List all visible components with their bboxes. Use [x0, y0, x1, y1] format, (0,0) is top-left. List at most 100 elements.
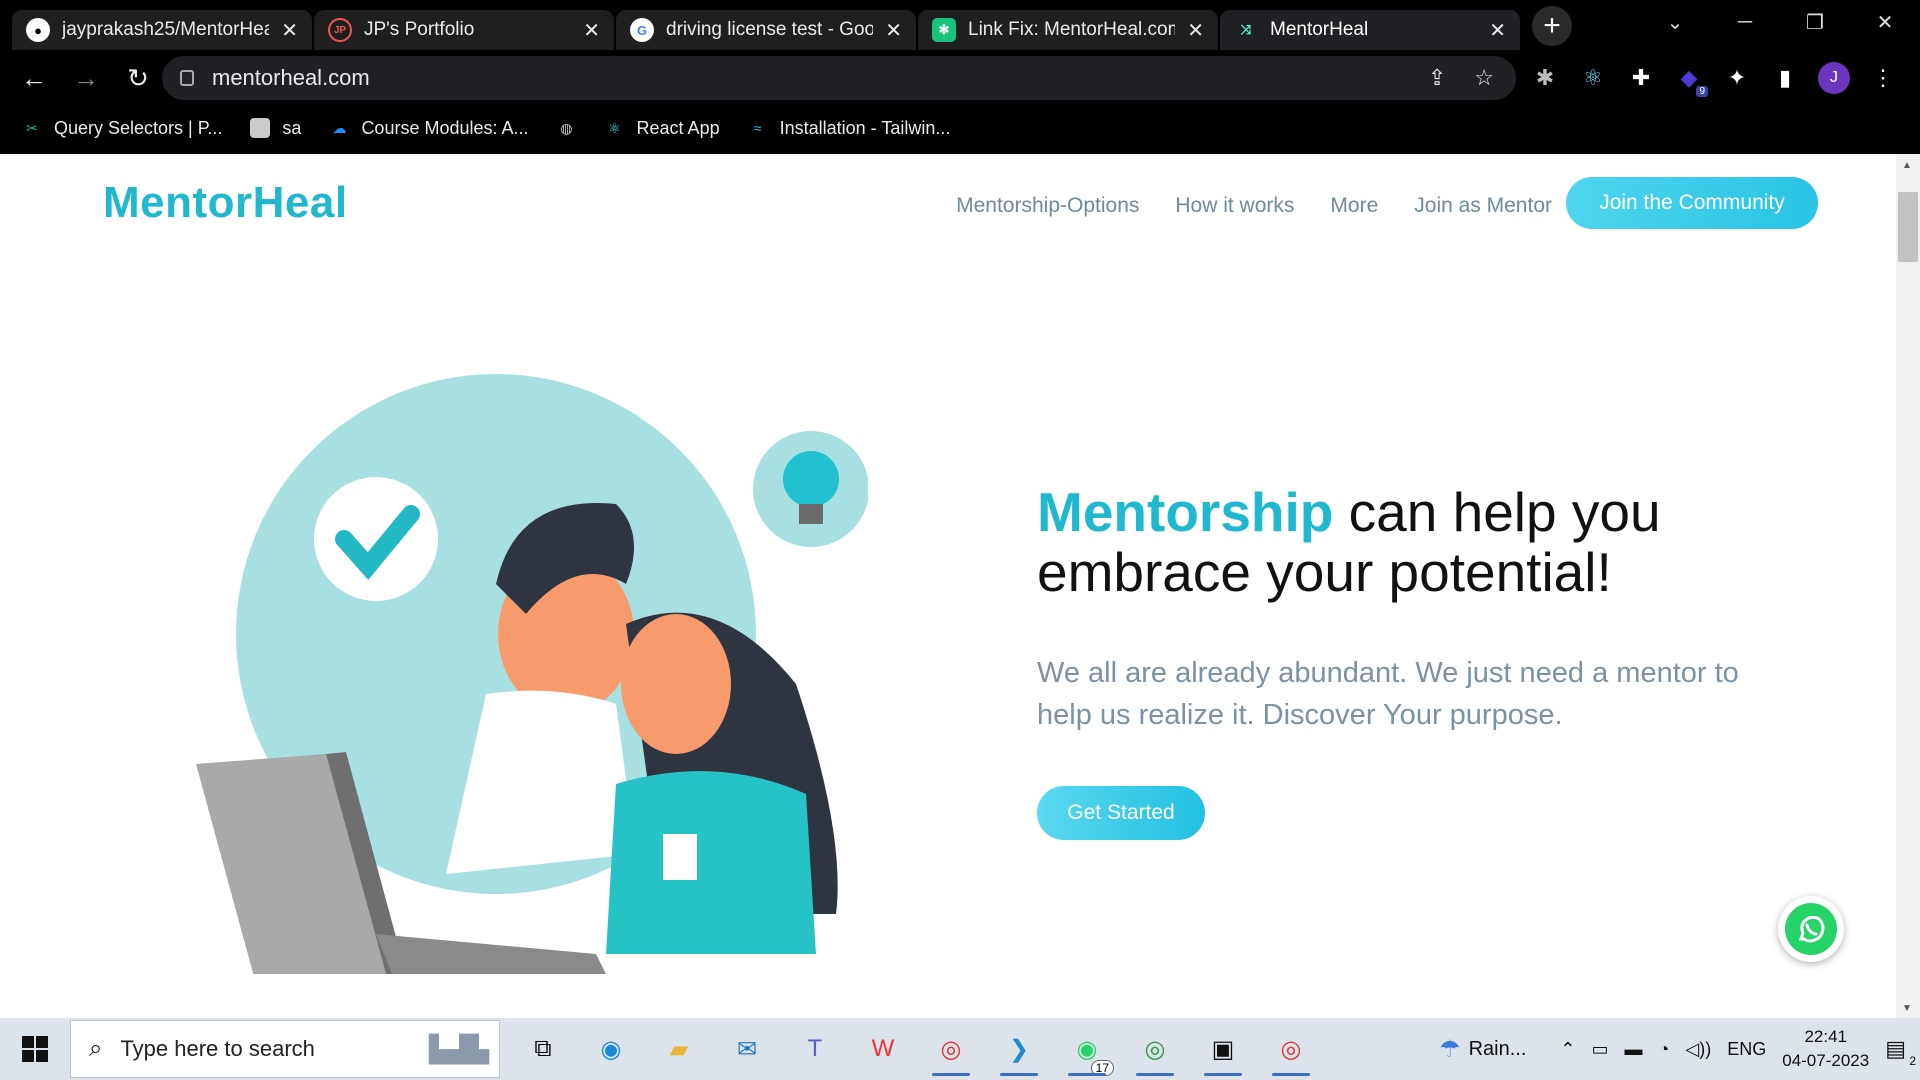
new-tab-button[interactable]: + — [1532, 6, 1572, 46]
weather-text[interactable]: Rain... — [1469, 1038, 1527, 1061]
wps-office-icon[interactable]: W — [854, 1020, 912, 1078]
woman-face — [621, 614, 731, 754]
file-explorer-icon[interactable]: ▰ — [650, 1020, 708, 1078]
mentorship-illustration — [196, 374, 868, 974]
start-button[interactable] — [0, 1018, 70, 1080]
search-placeholder: Type here to search — [120, 1036, 315, 1061]
browser-tab-google[interactable]: G driving license test - Goog ✕ — [616, 10, 916, 50]
tab-strip: ● jayprakash25/MentorHeal ✕ JP JP's Port… — [0, 0, 1920, 50]
close-icon[interactable]: ✕ — [885, 18, 902, 43]
nav-more[interactable]: More — [1330, 194, 1378, 218]
notification-center-icon[interactable]: ▤ 2 — [1885, 1036, 1916, 1068]
headline-accent: Mentorship — [1037, 481, 1334, 543]
tab-title: jayprakash25/MentorHeal — [62, 19, 270, 40]
extensions-area: ✱ ⚛ ✚ ◆ 9 ✦ ▮ J ⋮ — [1530, 56, 1898, 100]
profile-avatar[interactable]: J — [1818, 62, 1850, 94]
browser-toolbar: ← → ↻ mentorheal.com ⇪ ☆ ✱ ⚛ ✚ ◆ 9 ✦ ▮ J … — [0, 50, 1920, 106]
extension-badge-icon[interactable]: ◆ 9 — [1674, 63, 1708, 97]
bookmark-course-modules[interactable]: ☁ Course Modules: A... — [329, 118, 528, 139]
side-panel-icon[interactable]: ▮ — [1770, 63, 1800, 93]
chevron-up-icon[interactable]: ⌃ — [1560, 1039, 1575, 1060]
terminal-icon[interactable]: ▣ — [1194, 1020, 1252, 1078]
bookmark-query-selectors[interactable]: ✂ Query Selectors | P... — [22, 118, 222, 139]
close-window-button[interactable]: ✕ — [1850, 0, 1920, 44]
scrollbar-thumb[interactable] — [1898, 192, 1918, 262]
checkmark-bubble — [314, 477, 438, 601]
notification-count: 2 — [1909, 1054, 1916, 1068]
bookmark-star-icon[interactable]: ☆ — [1474, 65, 1494, 91]
puzzle-icon[interactable]: ✦ — [1722, 63, 1752, 93]
bookmark-label: React App — [636, 117, 720, 138]
tailwind-icon: ≈ — [753, 120, 762, 136]
wifi-icon[interactable]: ◔ — [1659, 1039, 1670, 1060]
share-icon[interactable]: ⇪ — [1428, 65, 1446, 91]
scroll-up-icon[interactable]: ▲ — [1902, 160, 1912, 171]
extension-badge-count: 9 — [1696, 86, 1708, 97]
meet-now-icon[interactable]: ▭ — [1591, 1039, 1608, 1060]
gray-square-icon — [250, 118, 271, 138]
windows-logo-icon — [22, 1036, 48, 1062]
weather-icon[interactable]: ☂ — [1439, 1035, 1461, 1064]
bookmark-tailwind[interactable]: ≈ Installation - Tailwin... — [748, 118, 951, 139]
vscode-icon[interactable]: ❯ — [990, 1020, 1048, 1078]
reload-button[interactable]: ↻ — [114, 54, 162, 102]
site-logo[interactable]: MentorHeal — [103, 178, 348, 228]
google-icon: G — [630, 18, 654, 42]
url-text: mentorheal.com — [212, 65, 370, 90]
tab-search-icon[interactable]: ⌄ — [1640, 0, 1710, 44]
system-tray: ☂ Rain... ⌃ ▭ ▬ ◔ ◁)) ENG 22:41 04-07-20… — [1439, 1018, 1920, 1080]
page-scrollbar[interactable]: ▲ ▼ — [1896, 154, 1920, 1018]
window-controls: ⌄ ─ ❐ ✕ — [1640, 0, 1920, 44]
task-view-icon[interactable]: ⧉ — [514, 1020, 572, 1078]
taskbar-search[interactable]: ⌕ Type here to search ▙▟▙ — [70, 1020, 500, 1078]
battery-icon[interactable]: ▬ — [1625, 1039, 1643, 1060]
teams-icon[interactable]: T — [786, 1020, 844, 1078]
cloud-icon: ☁ — [332, 119, 347, 136]
bookmark-react-app[interactable]: ⚛ React App — [605, 117, 720, 139]
bookmark-globe[interactable]: ◍ — [557, 118, 577, 138]
whatsapp-chat-button[interactable] — [1778, 896, 1844, 962]
close-icon[interactable]: ✕ — [1489, 18, 1506, 43]
nav-how-it-works[interactable]: How it works — [1175, 194, 1294, 218]
volume-icon[interactable]: ◁)) — [1685, 1039, 1711, 1060]
site-nav: Mentorship-Options How it works More Joi… — [956, 194, 1552, 218]
nav-mentorship-options[interactable]: Mentorship-Options — [956, 194, 1139, 218]
whatsapp-taskbar-icon[interactable]: ◉ 17 — [1058, 1020, 1116, 1078]
address-bar[interactable]: mentorheal.com ⇪ ☆ — [162, 56, 1516, 100]
clock[interactable]: 22:41 04-07-2023 — [1782, 1025, 1869, 1073]
chrome-icon[interactable]: ◎ — [1126, 1020, 1184, 1078]
chrome-second-icon[interactable]: ◎ — [1262, 1020, 1320, 1078]
woman-shirt — [606, 771, 816, 954]
bookmark-label: sa — [282, 117, 302, 138]
forward-button[interactable]: → — [62, 54, 110, 102]
edge-icon[interactable]: ◉ — [582, 1020, 640, 1078]
get-started-button[interactable]: Get Started — [1037, 786, 1205, 840]
browser-tab-github[interactable]: ● jayprakash25/MentorHeal ✕ — [12, 10, 312, 50]
language-indicator[interactable]: ENG — [1727, 1039, 1766, 1060]
browser-tab-mentorheal[interactable]: ⤨ MentorHeal ✕ — [1220, 10, 1520, 50]
close-icon[interactable]: ✕ — [1187, 18, 1204, 43]
bookmark-label: Course Modules: A... — [361, 117, 529, 138]
join-community-button[interactable]: Join the Community — [1566, 177, 1818, 229]
extension-icon[interactable]: ✚ — [1626, 63, 1656, 93]
github-icon: ● — [26, 18, 50, 42]
back-button[interactable]: ← — [10, 54, 58, 102]
bookmark-sa[interactable]: sa — [250, 118, 301, 139]
web-page: MentorHeal Mentorship-Options How it wor… — [0, 154, 1896, 1018]
close-icon[interactable]: ✕ — [583, 18, 600, 43]
mentorheal-icon: ⤨ — [1240, 22, 1252, 37]
bookmarks-bar: ✂ Query Selectors | P... sa ☁ Course Mod… — [0, 106, 1920, 150]
react-devtools-icon[interactable]: ⚛ — [1578, 63, 1608, 93]
menu-icon[interactable]: ⋮ — [1868, 63, 1898, 93]
minimize-button[interactable]: ─ — [1710, 0, 1780, 44]
mail-icon[interactable]: ✉ — [718, 1020, 776, 1078]
restore-button[interactable]: ❐ — [1780, 0, 1850, 44]
scroll-down-icon[interactable]: ▼ — [1902, 1003, 1912, 1014]
browser-tab-portfolio[interactable]: JP JP's Portfolio ✕ — [314, 10, 614, 50]
browser-tab-chatgpt[interactable]: ✻ Link Fix: MentorHeal.com ✕ — [918, 10, 1218, 50]
nav-join-as-mentor[interactable]: Join as Mentor — [1414, 194, 1552, 218]
tab-title: MentorHeal — [1270, 19, 1369, 40]
bug-extension-icon[interactable]: ✱ — [1530, 63, 1560, 93]
chrome-profile-icon[interactable]: ◎ — [922, 1020, 980, 1078]
close-icon[interactable]: ✕ — [281, 18, 298, 43]
